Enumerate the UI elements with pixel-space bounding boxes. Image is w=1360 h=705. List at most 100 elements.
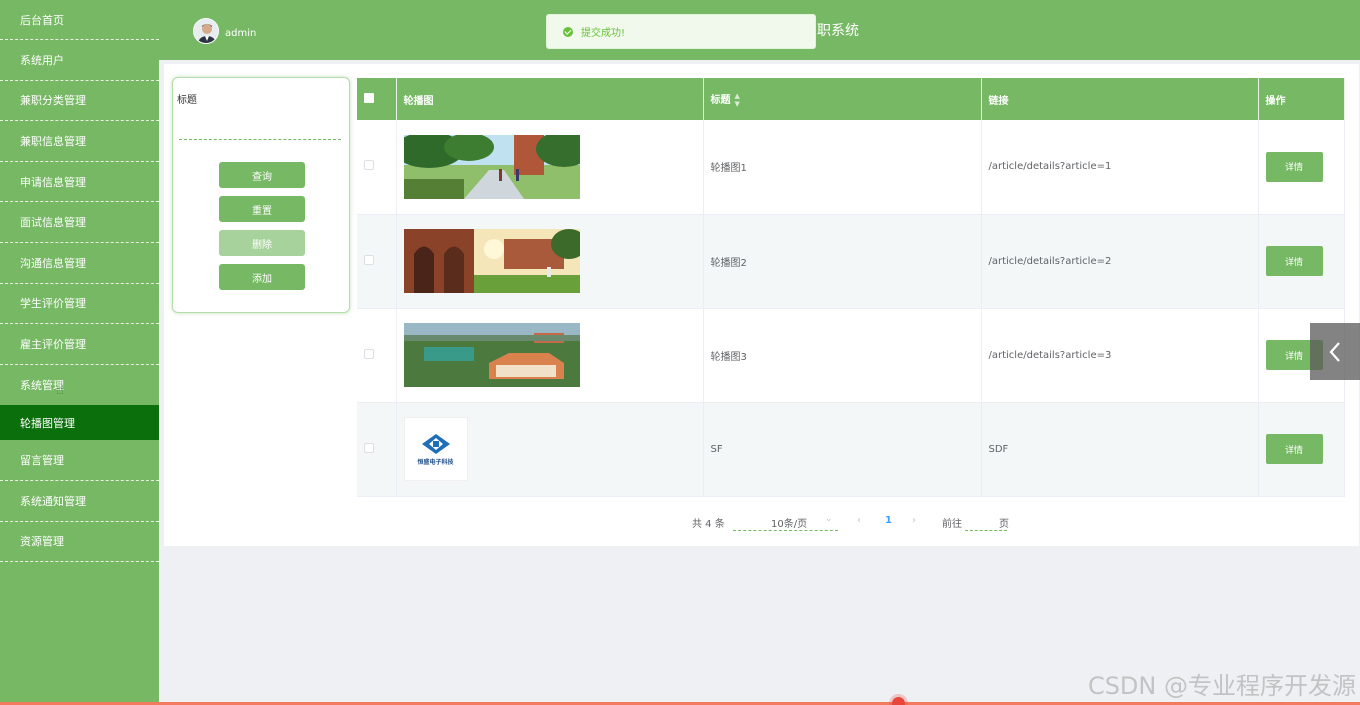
link-cell: SDF <box>981 402 1259 497</box>
sidebar-item-label: 后台首页 <box>20 13 64 27</box>
sidebar-item-notices[interactable]: 系统通知管理 <box>0 481 159 522</box>
logo-text: 恒盛电子科技 <box>417 458 454 466</box>
title-cell: 轮播图3 <box>703 308 982 403</box>
video-progress-knob[interactable] <box>892 697 905 705</box>
image-cell: 恒盛电子科技 <box>396 402 704 497</box>
column-header-title[interactable]: 标题 ▲ ▼ <box>703 78 982 120</box>
sidebar-item-label: 资源管理 <box>20 535 64 549</box>
row-select-cell <box>357 402 397 497</box>
sidebar-item-interview[interactable]: 面试信息管理 <box>0 202 159 243</box>
sidebar-item-carousel[interactable]: 轮播图管理 <box>0 405 159 441</box>
sidebar-item-home[interactable]: 后台首页 <box>0 0 159 40</box>
title-cell: 轮播图1 <box>703 120 982 215</box>
admin-username: admin <box>225 28 257 39</box>
next-page-icon[interactable]: › <box>912 515 916 526</box>
table-row: 轮播图1 /article/details?article=1 详情 <box>357 120 1345 215</box>
carousel-image-campus-arches[interactable] <box>403 229 580 293</box>
query-button[interactable]: 查询 <box>219 162 305 188</box>
action-cell: 详情 <box>1258 214 1345 309</box>
sidebar-item-label: 面试信息管理 <box>20 216 86 230</box>
chevron-left-icon <box>1329 341 1340 362</box>
detail-button[interactable]: 详情 <box>1265 246 1323 276</box>
watermark: CSDN @专业程序开发源 <box>1087 672 1356 700</box>
sidebar-item-label: 系统通知管理 <box>20 494 86 508</box>
link-cell: /article/details?article=3 <box>981 308 1259 403</box>
row-checkbox[interactable] <box>364 442 374 453</box>
sidebar-item-label: 留言管理 <box>20 454 64 468</box>
sidebar-item-job-category[interactable]: 兼职分类管理 <box>0 81 159 122</box>
select-all-header <box>357 78 397 120</box>
link-cell: /article/details?article=2 <box>981 214 1259 309</box>
table-row: 轮播图3 /article/details?article=3 详情 <box>357 308 1345 403</box>
row-select-cell <box>357 308 397 403</box>
table-row: 恒盛电子科技 SF SDF 详情 <box>357 402 1345 497</box>
image-cell <box>396 308 704 403</box>
detail-button[interactable]: 详情 <box>1265 434 1323 464</box>
image-cell <box>396 120 704 215</box>
sidebar-item-system-users[interactable]: 系统用户 <box>0 40 159 81</box>
column-header-action: 操作 <box>1258 78 1345 120</box>
current-page[interactable]: 1 <box>885 515 892 526</box>
success-toast: 提交成功! <box>546 14 816 49</box>
image-cell <box>396 214 704 309</box>
goto-label: 前往 <box>942 519 962 530</box>
carousel-image-campus-aerial[interactable] <box>403 323 580 387</box>
carousel-image-company-logo[interactable]: 恒盛电子科技 <box>403 417 468 481</box>
sidebar-item-label: 雇主评价管理 <box>20 337 86 351</box>
hand-cursor-icon: ☝ <box>56 383 64 398</box>
sidebar-item-employer-review[interactable]: 雇主评价管理 <box>0 324 159 365</box>
sidebar-item-label: 沟通信息管理 <box>20 256 86 270</box>
row-checkbox[interactable] <box>364 160 374 171</box>
sidebar-item-application[interactable]: 申请信息管理 <box>0 162 159 203</box>
row-select-cell <box>357 120 397 215</box>
reset-button[interactable]: 重置 <box>219 196 305 222</box>
add-button[interactable]: 添加 <box>219 264 305 290</box>
column-header-label: 标题 <box>710 94 731 106</box>
sidebar-item-label: 申请信息管理 <box>20 175 86 189</box>
row-select-cell <box>357 214 397 309</box>
sidebar-item-job-info[interactable]: 兼职信息管理 <box>0 121 159 162</box>
sidebar: 后台首页 系统用户 兼职分类管理 兼职信息管理 申请信息管理 面试信息管理 沟通… <box>0 0 159 705</box>
check-circle-icon <box>563 26 573 37</box>
toast-message: 提交成功! <box>581 28 626 39</box>
sidebar-item-messages[interactable]: 留言管理 <box>0 440 159 481</box>
delete-button[interactable]: 删除 <box>219 230 305 256</box>
sidebar-item-label: 兼职信息管理 <box>20 134 86 148</box>
sidebar-item-label: 学生评价管理 <box>20 297 86 311</box>
sidebar-item-system-management[interactable]: 系统管理 <box>0 365 159 406</box>
column-header-link: 链接 <box>981 78 1259 120</box>
link-cell: /article/details?article=1 <box>981 120 1259 215</box>
detail-button[interactable]: 详情 <box>1265 151 1323 182</box>
title-cell: SF <box>703 402 982 497</box>
sidebar-item-label: 系统用户 <box>20 53 64 67</box>
page-title: 职系统 <box>817 23 859 39</box>
title-cell: 轮播图2 <box>703 214 982 309</box>
prev-page-icon[interactable]: ‹ <box>857 515 861 526</box>
select-all-checkbox[interactable] <box>364 92 374 103</box>
sidebar-item-label: 轮播图管理 <box>20 416 75 430</box>
action-cell: 详情 <box>1258 402 1345 497</box>
table-header-row: 轮播图 标题 ▲ ▼ 链接 操作 <box>357 78 1345 120</box>
action-cell: 详情 <box>1258 120 1345 215</box>
carousel-image-campus-path[interactable] <box>403 134 580 199</box>
pagination-total: 共 4 条 <box>692 519 725 530</box>
carousel-table: 轮播图 标题 ▲ ▼ 链接 操作 轮播图1 /article/details?a… <box>357 78 1345 497</box>
row-checkbox[interactable] <box>364 348 374 359</box>
row-checkbox[interactable] <box>364 254 374 265</box>
page-size-value: 10条/页 <box>771 519 808 530</box>
column-header-image: 轮播图 <box>396 78 704 120</box>
title-search-input[interactable] <box>179 128 341 140</box>
page-size-select[interactable]: 10条/页 ⌄ <box>733 511 838 531</box>
sidebar-item-label: 兼职分类管理 <box>20 94 86 108</box>
sort-caret-icon[interactable]: ▲ ▼ <box>735 92 740 108</box>
avatar[interactable] <box>193 18 219 44</box>
sidebar-item-student-review[interactable]: 学生评价管理 <box>0 284 159 325</box>
main-content: 标题 查询 重置 删除 添加 轮播图 标题 ▲ ▼ 链接 操作 轮播图1 /ar… <box>164 64 1359 546</box>
search-panel: 标题 查询 重置 删除 添加 <box>172 77 350 313</box>
sidebar-item-resources[interactable]: 资源管理 <box>0 522 159 563</box>
sidebar-item-communication[interactable]: 沟通信息管理 <box>0 243 159 284</box>
chevron-down-icon: ⌄ <box>825 514 833 524</box>
collapse-panel-button[interactable] <box>1310 323 1360 380</box>
company-logo-icon <box>421 433 450 454</box>
search-label: 标题 <box>177 95 197 106</box>
